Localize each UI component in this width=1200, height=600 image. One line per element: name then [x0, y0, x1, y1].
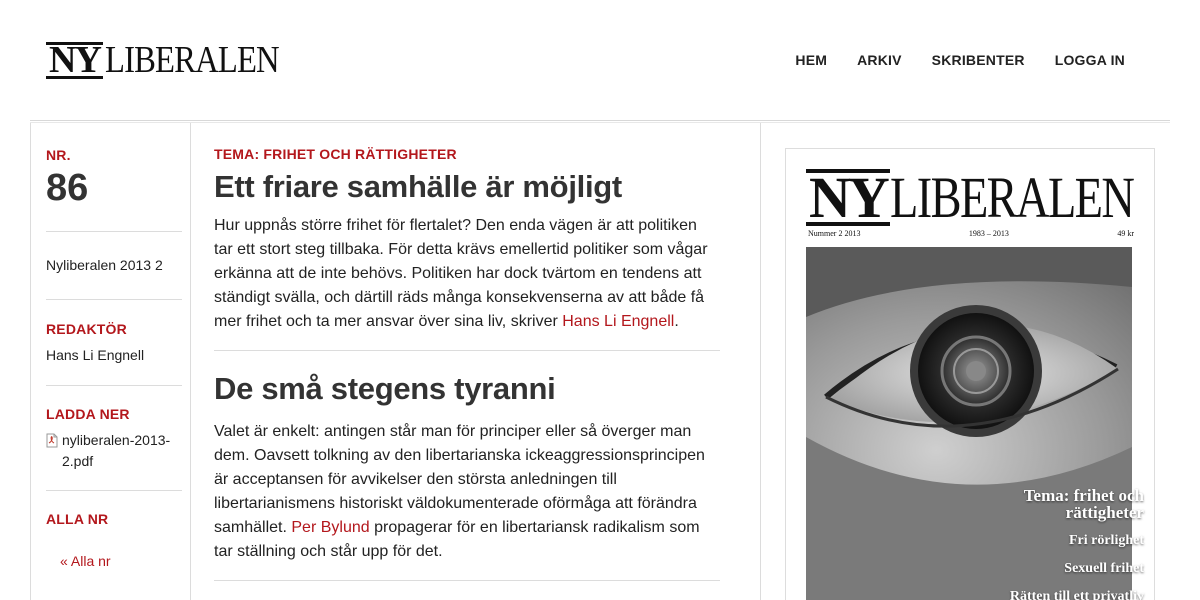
issue-name: Nyliberalen 2013 2	[46, 257, 163, 273]
column-divider-left	[30, 123, 31, 600]
logo-ny: NY	[46, 41, 103, 79]
author-link[interactable]: Per Bylund	[291, 519, 369, 536]
cover-line: Fri rörlighet	[1068, 533, 1144, 548]
issue-sidebar: NR. 86 Nyliberalen 2013 2 REDAKTÖR Hans …	[46, 123, 182, 572]
author-link[interactable]: Hans Li Engnell	[562, 313, 674, 330]
cover-logo-liberalen: LIBERALEN	[889, 165, 1135, 230]
nav-logga-in[interactable]: LOGGA IN	[1055, 52, 1125, 68]
all-issues-label: ALLA NR	[46, 511, 109, 527]
cover-logo-ny: NY	[806, 169, 890, 227]
pdf-file-icon	[46, 433, 58, 472]
editor-name: Hans Li Engnell	[46, 347, 145, 363]
article-excerpt: Valet är enkelt: antingen står man för p…	[214, 420, 720, 564]
logo-liberalen: LIBERALEN	[104, 39, 280, 81]
sidebar-divider	[46, 231, 182, 232]
download-label: LADDA NER	[46, 406, 130, 422]
cover-theme-line1: Tema: frihet och	[1023, 486, 1144, 505]
article-title[interactable]: Ett friare samhälle är möjligt	[214, 168, 720, 206]
issue-number: 86	[46, 167, 89, 209]
cover-masthead: NY LIBERALEN	[806, 165, 1154, 230]
site-logo[interactable]: NY LIBERALEN	[46, 39, 307, 81]
column-divider-main	[760, 123, 761, 600]
cover-line: Sexuell frihet	[1064, 561, 1144, 576]
article-title[interactable]: De små stegens tyranni	[214, 370, 720, 408]
excerpt-end: .	[674, 313, 679, 330]
download-pdf-link[interactable]: nyliberalen-2013-2.pdf	[46, 430, 182, 472]
sidebar-divider	[46, 490, 182, 491]
cover-meta: Nummer 2 2013 1983 – 2013 49 kr	[808, 229, 1134, 238]
main-nav: HEM ARKIV SKRIBENTER LOGGA IN	[795, 52, 1125, 68]
issue-cover[interactable]: NY LIBERALEN Nummer 2 2013 1983 – 2013 4…	[785, 148, 1155, 600]
all-issues-link[interactable]: « Alla nr	[60, 551, 182, 572]
download-filename: nyliberalen-2013-2.pdf	[62, 432, 171, 469]
article-list: TEMA: FRIHET OCH RÄTTIGHETER Ett friare …	[214, 123, 720, 581]
nav-hem[interactable]: HEM	[795, 52, 827, 68]
article-divider	[214, 350, 720, 351]
sidebar-divider	[46, 385, 182, 386]
nr-label: NR.	[46, 147, 71, 163]
cover-issue: Nummer 2 2013	[808, 229, 861, 238]
nav-skribenter[interactable]: SKRIBENTER	[932, 52, 1025, 68]
editor-label: REDAKTÖR	[46, 321, 127, 337]
article-kicker: TEMA: FRIHET OCH RÄTTIGHETER	[214, 146, 457, 162]
article-excerpt: Hur uppnås större frihet för flertalet? …	[214, 214, 720, 334]
cover-line: Rätten till ett privatliv	[1009, 589, 1144, 600]
sidebar-divider	[46, 299, 182, 300]
column-divider-sidebar	[190, 123, 191, 600]
cover-price: 49 kr	[1117, 229, 1134, 238]
site-header: NY LIBERALEN HEM ARKIV SKRIBENTER LOGGA …	[0, 0, 1200, 120]
article-divider	[214, 580, 720, 581]
cover-years: 1983 – 2013	[968, 229, 1009, 238]
cover-theme-line2: rättigheter	[1065, 503, 1144, 522]
nav-arkiv[interactable]: ARKIV	[857, 52, 902, 68]
cover-headlines: Tema: frihet och rättigheter Fri rörligh…	[1010, 487, 1144, 600]
